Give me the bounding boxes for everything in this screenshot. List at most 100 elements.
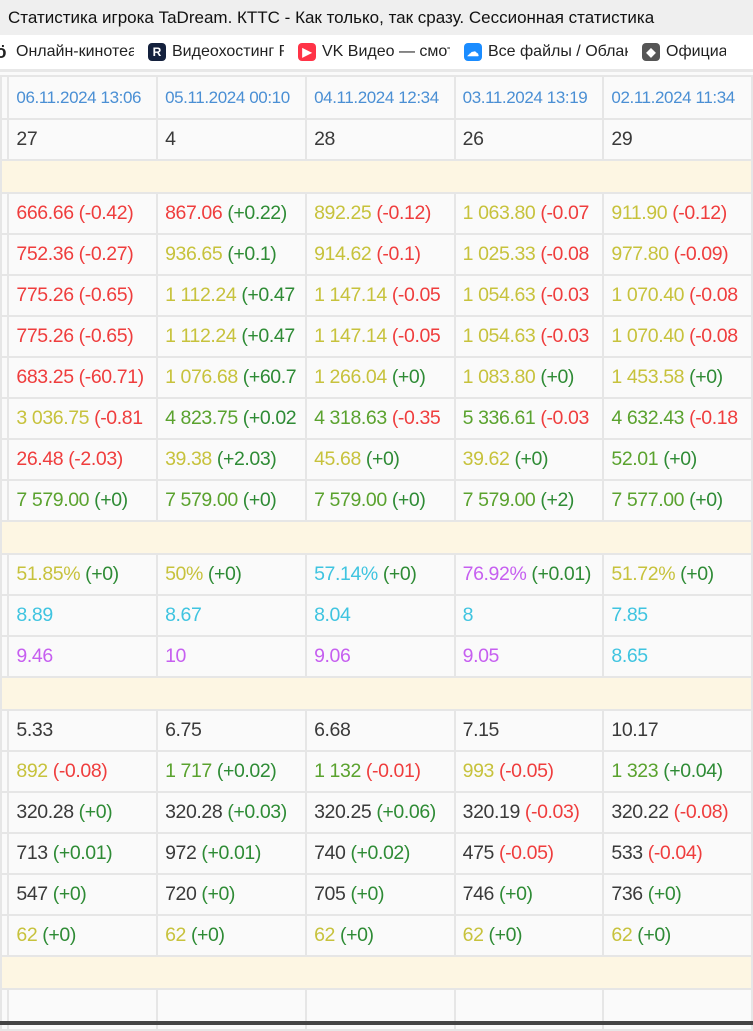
bookmark-label: Официальный: [666, 43, 726, 60]
stat-cell: 62 (+0): [156, 914, 308, 957]
table-row: 683.25 (-60.71) 1 076.68 (+60.7 1 266.04 (+0)…: [0, 356, 753, 399]
stat-cell: 1 147.14 (-0.05: [305, 315, 456, 358]
stat-value: 320.19: [462, 801, 521, 823]
stat-value: 1 070.40: [611, 284, 685, 306]
table-row: 5.33 6.75 6.68 7.15 10.17: [0, 709, 753, 752]
stat-cell: 7 577.00 (+0): [602, 479, 753, 522]
stat-value: 7 579.00: [165, 489, 238, 511]
stat-delta: (-60.71): [78, 366, 144, 388]
section-band: [0, 676, 753, 711]
stat-cell: 6.68: [305, 709, 456, 752]
stat-delta: (+0): [242, 489, 277, 511]
stat-value: 1 323: [611, 760, 659, 782]
stat-value: 936.65: [165, 243, 223, 265]
stat-cell: 5 336.61 (-0.03: [453, 397, 605, 440]
stat-cell: 775.26 (-0.65): [7, 274, 159, 317]
row-label-cell: [0, 315, 10, 358]
stat-value: 746: [462, 883, 495, 905]
stat-cell: 39.62 (+0): [453, 438, 605, 481]
stat-cell: 7 579.00 (+0): [7, 479, 159, 522]
stat-value: 867.06: [165, 202, 223, 224]
stat-cell: 1 323 (+0.04): [602, 750, 753, 793]
row-label-cell: [0, 750, 10, 793]
stat-value: 28: [314, 128, 335, 150]
stat-cell: 1 112.24 (+0.47: [156, 315, 308, 358]
table-row: 666.66 (-0.42) 867.06 (+0.22) 892.25 (-0.12) 1…: [0, 192, 753, 235]
bookmarks-bar: ö Онлайн-кинотеатр R Видеохостинг RUTUBE ▶ VK…: [0, 35, 753, 72]
stat-delta: (+0): [680, 563, 714, 585]
table-row: 51.85% (+0) 50% (+0) 57.14% (+0) 76.92% (+0.01)…: [0, 553, 753, 596]
stat-cell: 51.85% (+0): [7, 553, 159, 596]
row-label-cell: [0, 75, 10, 120]
stat-delta: (+0): [78, 801, 113, 823]
row-label-cell: [0, 118, 10, 161]
stat-delta: (-0.09): [673, 243, 729, 265]
stat-value: 320.22: [611, 801, 669, 823]
stat-cell: 977.80 (-0.09): [602, 233, 753, 276]
bookmark-item[interactable]: R Видеохостинг RUTUBE: [148, 43, 284, 61]
table-row: 892 (-0.08) 1 717 (+0.02) 1 132 (-0.01) 993 (-0…: [0, 750, 753, 793]
stat-value: 10: [165, 645, 186, 667]
stat-delta: (-0.81: [94, 407, 143, 429]
stat-delta: (-0.35: [391, 407, 441, 429]
row-label-cell: [0, 594, 10, 637]
session-date[interactable]: 03.11.2024 13:19: [453, 75, 605, 120]
kinopoisk-icon: ö: [0, 43, 10, 61]
stat-cell: 1 070.40 (-0.08: [602, 315, 753, 358]
table-row: 320.28 (+0) 320.28 (+0.03) 320.25 (+0.06) 320.…: [0, 791, 753, 834]
session-date[interactable]: 06.11.2024 13:06: [7, 75, 159, 120]
stat-cell: 320.22 (-0.08): [602, 791, 753, 834]
stat-value: 52.01: [611, 448, 659, 470]
stat-cell: 4 632.43 (-0.18: [602, 397, 753, 440]
stat-delta: (-0.01): [365, 760, 421, 782]
section-separator: [0, 955, 753, 990]
session-date[interactable]: 02.11.2024 11:34: [602, 75, 753, 120]
stat-delta: (+2): [540, 489, 574, 511]
date-header-row: 06.11.2024 13:06 05.11.2024 00:10 04.11.20…: [0, 75, 753, 120]
stat-value: 1 132: [314, 760, 361, 782]
stat-cell: 9.05: [453, 635, 605, 678]
stat-value: 62: [314, 924, 335, 946]
bookmark-item[interactable]: ◆ Официальный: [642, 43, 726, 61]
stat-value: 7 579.00: [314, 489, 387, 511]
stat-cell: 1 453.58 (+0): [602, 356, 753, 399]
stat-delta: (-0.27): [78, 243, 134, 265]
vk-video-icon: ▶: [298, 43, 316, 61]
stat-cell: 7.15: [453, 709, 605, 752]
stat-value: 26: [462, 128, 484, 150]
table-row: 775.26 (-0.65) 1 112.24 (+0.47 1 147.14 (-0.0…: [0, 274, 753, 317]
stat-cell: 1 070.40 (-0.08: [602, 274, 753, 317]
stat-cell: 713 (+0.01): [7, 832, 159, 875]
stat-value: 5.33: [16, 719, 53, 741]
stat-delta: (+0): [647, 883, 682, 905]
stat-cell: 475 (-0.05): [453, 832, 605, 875]
row-label-cell: [0, 438, 10, 481]
bookmark-item[interactable]: ö Онлайн-кинотеатр: [0, 43, 134, 61]
stat-delta: (+0.03): [227, 801, 287, 823]
table-row: 8.89 8.67 8.04 8 7.85: [0, 594, 753, 637]
session-date[interactable]: 05.11.2024 00:10: [156, 75, 308, 120]
stat-value: 736: [611, 883, 643, 905]
stat-cell: 1 717 (+0.02): [156, 750, 308, 793]
stat-cell: 752.36 (-0.27): [7, 233, 159, 276]
stat-delta: (+0.02): [350, 842, 410, 864]
stat-value: 8.65: [611, 645, 648, 667]
stat-value: 39.62: [462, 448, 510, 470]
bookmark-item[interactable]: ▶ VK Видео — смотреть: [298, 43, 450, 61]
stat-cell: 320.19 (-0.03): [453, 791, 605, 834]
stat-cell: 62 (+0): [453, 914, 605, 957]
stat-value: 26.48: [16, 448, 64, 470]
stat-cell: 1 063.80 (-0.07: [453, 192, 605, 235]
stat-value: 51.85%: [16, 563, 81, 585]
table-row: 27 4 28 26 29: [0, 118, 753, 161]
stat-cell: 52.01 (+0): [602, 438, 753, 481]
bookmark-item[interactable]: ☁ Все файлы / Облако: [464, 43, 628, 61]
stat-delta: (-0.05): [498, 842, 554, 864]
stat-delta: (-0.12): [672, 202, 727, 224]
stat-value: 10.17: [611, 719, 659, 741]
stat-cell: 972 (+0.01): [156, 832, 308, 875]
row-label-cell: [0, 914, 10, 957]
stat-delta: (-0.65): [78, 284, 134, 306]
session-date[interactable]: 04.11.2024 12:34: [305, 75, 456, 120]
row-label-cell: [0, 356, 10, 399]
